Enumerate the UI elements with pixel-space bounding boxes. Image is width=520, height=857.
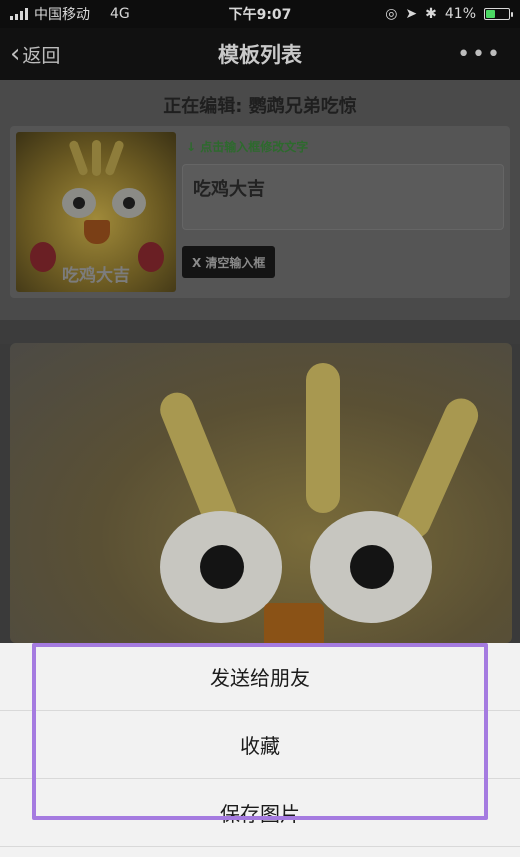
nav-bar: ‹ 返回 模板列表 ••• [0,28,520,80]
editing-title: 正在编辑: 鹦鹉兄弟吃惊 [163,96,357,117]
signal-icon [10,8,28,20]
tuft-shape [68,139,89,177]
image-preview[interactable] [10,343,512,643]
status-time: 下午9:07 [228,7,292,23]
more-button[interactable]: ••• [457,42,502,67]
editor-page: 正在编辑: 鹦鹉兄弟吃惊 吃鸡大吉 ↓ 点击输入框修改文字 吃鸡大吉 X 清空输… [0,80,520,340]
carrier-label: 中国移动 [34,7,90,23]
back-label: 返回 [22,44,61,67]
beak-shape [84,220,110,244]
status-bar: 中国移动 4G 下午9:07 ◎ ➤ ✱ 41% [0,0,520,28]
orientation-lock-icon: ◎ [385,6,398,22]
eye-shape [310,511,432,623]
send-to-friend-option[interactable]: 发送给朋友 [0,643,520,711]
caption-input[interactable]: 吃鸡大吉 [182,164,504,230]
tuft-shape [104,139,125,177]
bluetooth-icon: ✱ [425,6,437,22]
thumbnail-caption: 吃鸡大吉 [62,266,130,286]
action-sheet: 发送给朋友 收藏 保存图片 [0,643,520,857]
tuft-shape [306,363,340,513]
beak-shape [264,603,324,643]
backdrop-overlay [0,320,520,344]
favorite-option[interactable]: 收藏 [0,711,520,779]
back-button[interactable]: ‹ 返回 [10,41,60,68]
edit-card: 吃鸡大吉 ↓ 点击输入框修改文字 吃鸡大吉 X 清空输入框 [10,126,510,298]
save-image-option[interactable]: 保存图片 [0,779,520,847]
clear-input-button[interactable]: X 清空输入框 [182,246,276,278]
page-title: 模板列表 [218,43,302,67]
eye-shape [112,188,146,218]
location-icon: ➤ [405,6,418,22]
status-left: 中国移动 4G [10,4,210,24]
template-thumbnail[interactable]: 吃鸡大吉 [16,132,176,292]
eye-shape [62,188,96,218]
battery-percent: 41% [444,6,476,22]
tuft-shape [92,140,101,176]
network-label: 4G [110,6,130,22]
chevron-left-icon: ‹ [10,39,21,69]
battery-fill [486,10,495,18]
input-hint: ↓ 点击输入框修改文字 [186,140,309,154]
battery-icon [484,8,513,20]
status-right: ◎ ➤ ✱ 41% [310,6,513,22]
